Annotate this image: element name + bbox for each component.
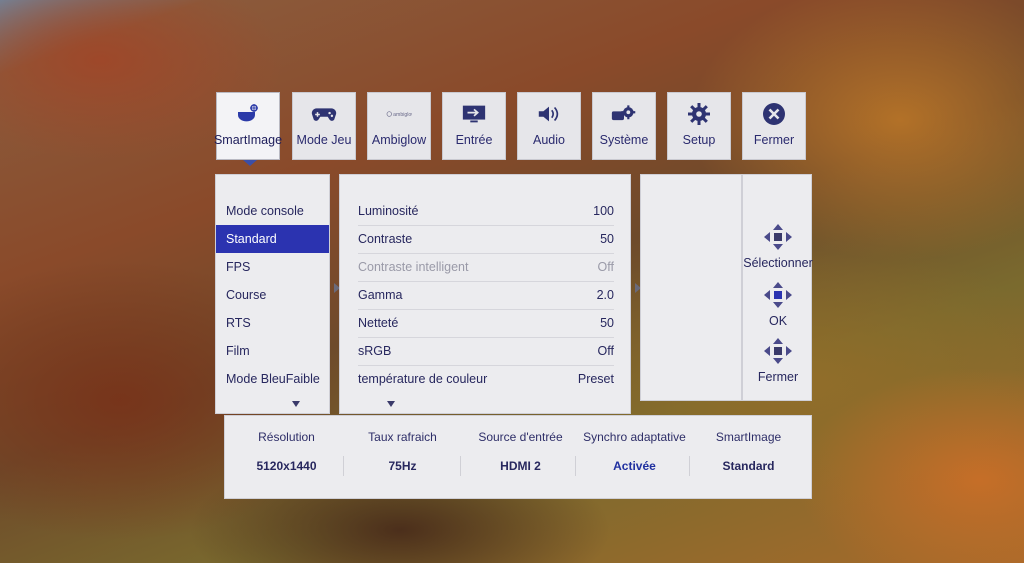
setting-row[interactable]: Gamma 2.0: [358, 281, 614, 310]
divider: [460, 456, 461, 476]
setting-value: Off: [597, 344, 614, 358]
four-way-arrow-icon: [764, 224, 792, 250]
gear-icon: [686, 103, 712, 125]
setting-label: température de couleur: [358, 372, 488, 386]
monitor-osd-menu: SmartImage Mode Jeu ambiglow Ambiglow En…: [0, 0, 1024, 563]
tab-systeme[interactable]: Système: [592, 92, 656, 160]
mode-list: Mode console Standard FPS Course RTS Fil…: [215, 174, 330, 414]
smartimage-icon: [235, 103, 261, 125]
setting-label: Netteté: [358, 316, 399, 330]
setting-label: sRGB: [358, 344, 392, 358]
setting-label: Contraste intelligent: [358, 260, 469, 274]
four-way-arrow-icon: [764, 338, 792, 364]
list-item[interactable]: RTS: [216, 309, 329, 337]
status-header: Résolution: [258, 430, 315, 444]
divider: [575, 456, 576, 476]
status-header: Synchro adaptative: [583, 430, 686, 444]
svg-text:ambiglow: ambiglow: [393, 112, 412, 118]
input-icon: [461, 103, 487, 125]
setting-label: Contraste: [358, 232, 413, 246]
hint-label: Sélectionner: [743, 256, 813, 270]
tab-label: Audio: [533, 133, 565, 147]
scroll-down-icon[interactable]: [387, 401, 395, 407]
four-way-arrow-icon: [764, 282, 792, 308]
status-value: HDMI 2: [500, 459, 541, 473]
tab-entree[interactable]: Entrée: [442, 92, 506, 160]
ambiglow-icon: ambiglow: [386, 103, 412, 125]
speaker-icon: [536, 103, 562, 125]
ok-hint: OK: [743, 281, 813, 328]
setting-row[interactable]: Luminosité 100: [358, 197, 614, 226]
setting-value: 50: [600, 232, 614, 246]
tab-mode-jeu[interactable]: Mode Jeu: [292, 92, 356, 160]
tab-label: Setup: [682, 133, 716, 147]
tab-label: Système: [599, 133, 649, 147]
setting-value: Preset: [577, 372, 614, 386]
tab-smartimage[interactable]: SmartImage: [213, 92, 283, 160]
list-item[interactable]: FPS: [216, 253, 329, 281]
status-bar: Résolution Taux rafraich Source d'entrée…: [224, 415, 812, 499]
status-header: Source d'entrée: [478, 430, 563, 444]
list-item-selected[interactable]: Standard: [216, 225, 329, 253]
setting-value: 100: [593, 204, 614, 218]
divider: [689, 456, 690, 476]
close-hint: Fermer: [743, 337, 813, 384]
setting-label: Gamma: [358, 288, 403, 302]
setting-row[interactable]: sRGB Off: [358, 337, 614, 366]
status-header: SmartImage: [715, 430, 782, 444]
tab-label: SmartImage: [213, 133, 283, 147]
setting-row[interactable]: Netteté 50: [358, 309, 614, 338]
setting-row[interactable]: température de couleur Preset: [358, 365, 614, 393]
tab-ambiglow[interactable]: ambiglow Ambiglow: [367, 92, 431, 160]
tab-setup[interactable]: Setup: [667, 92, 731, 160]
select-hint: Sélectionner: [743, 223, 813, 270]
tab-label: Fermer: [753, 133, 795, 147]
setting-value: 50: [600, 316, 614, 330]
gamepad-icon: [311, 103, 337, 125]
status-header: Taux rafraich: [368, 430, 437, 444]
list-item[interactable]: Mode console: [216, 197, 329, 225]
settings-panel: Luminosité 100 Contraste 50 Contraste in…: [339, 174, 631, 414]
list-item[interactable]: Mode BleuFaible: [216, 365, 329, 393]
tab-audio[interactable]: Audio: [517, 92, 581, 160]
status-value: Standard: [722, 459, 775, 473]
status-value: 5120x1440: [256, 459, 317, 473]
help-panel: Sélectionner OK Fermer: [742, 174, 813, 401]
status-value: Activée: [613, 459, 656, 473]
submenu-panel: [640, 174, 742, 401]
close-icon: [761, 103, 787, 125]
tab-label: Ambiglow: [371, 133, 427, 147]
hint-label: OK: [768, 314, 788, 328]
divider: [343, 456, 344, 476]
tab-label: Mode Jeu: [296, 133, 352, 147]
scroll-down-icon[interactable]: [292, 401, 300, 407]
setting-row[interactable]: Contraste 50: [358, 225, 614, 254]
system-gears-icon: [611, 103, 637, 125]
tab-fermer[interactable]: Fermer: [742, 92, 806, 160]
setting-label: Luminosité: [358, 204, 419, 218]
list-item[interactable]: Course: [216, 281, 329, 309]
setting-value: Off: [597, 260, 614, 274]
list-item[interactable]: Film: [216, 337, 329, 365]
tab-label: Entrée: [455, 133, 493, 147]
active-tab-indicator: [243, 160, 257, 166]
setting-value: 2.0: [596, 288, 614, 302]
hint-label: Fermer: [757, 370, 799, 384]
status-value: 75Hz: [388, 459, 417, 473]
setting-row-disabled: Contraste intelligent Off: [358, 253, 614, 282]
